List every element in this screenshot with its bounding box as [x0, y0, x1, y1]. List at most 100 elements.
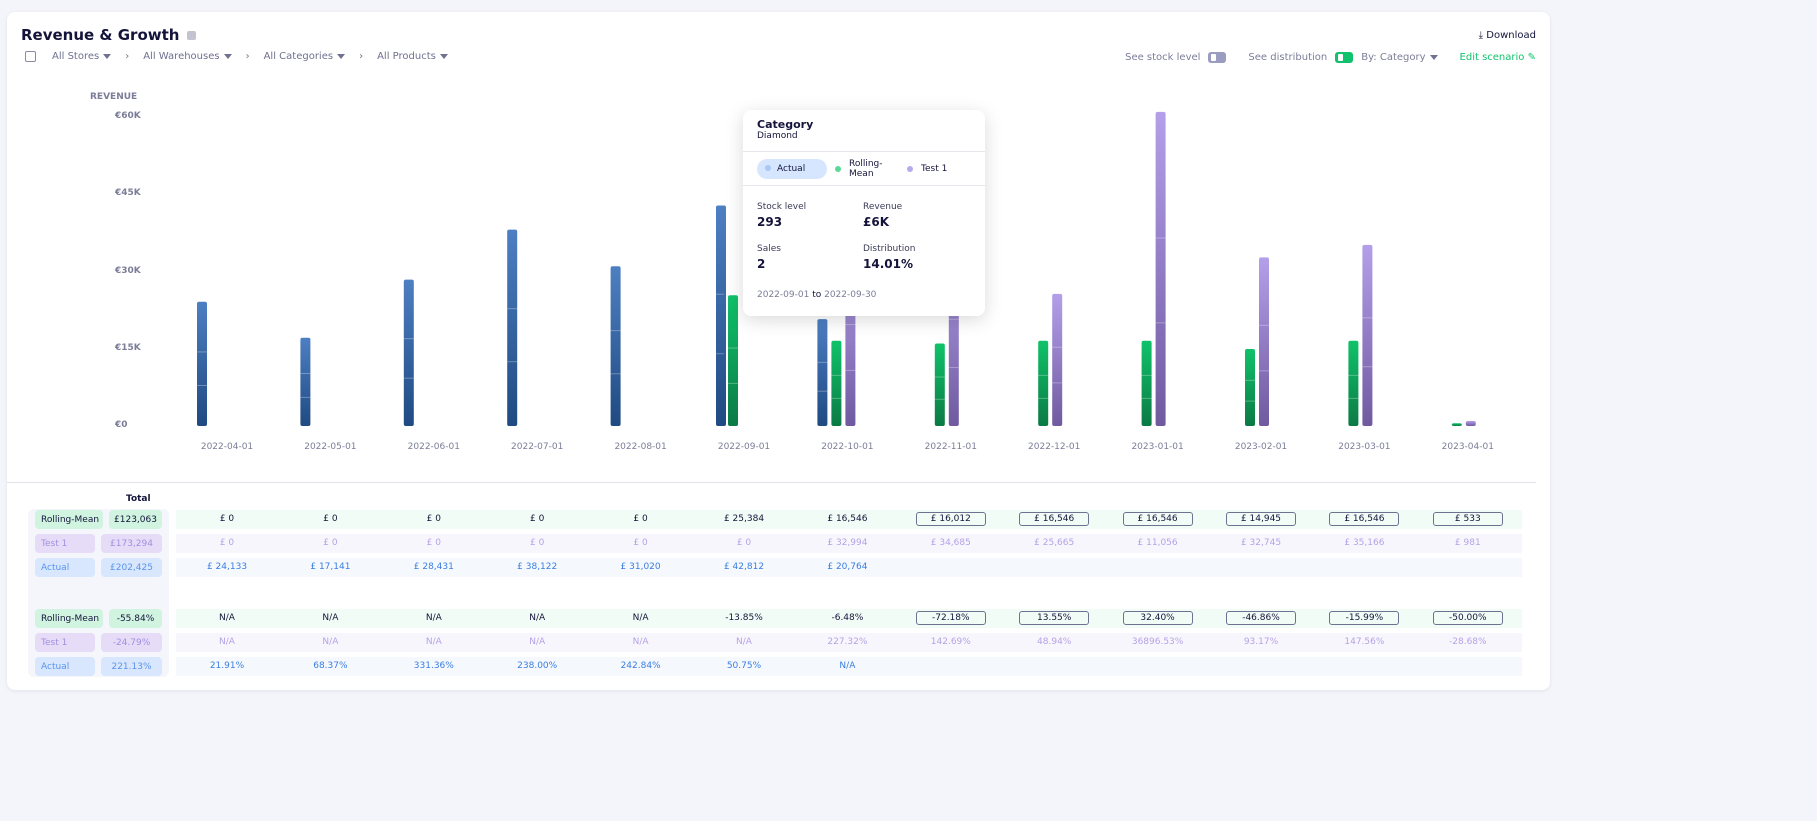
series-label: Test 1: [35, 633, 95, 652]
table-cell: £ 35,166: [1344, 538, 1385, 548]
bar-segment-divider: [728, 347, 738, 349]
x-tick-label: 2022-04-01: [200, 442, 254, 452]
x-tick-label: 2022-11-01: [924, 442, 977, 452]
tooltip-revenue: Revenue £6K: [863, 202, 903, 229]
editable-cell[interactable]: £ 533: [1432, 512, 1503, 526]
bar-rolling-mean[interactable]: [1038, 340, 1049, 426]
dot-icon: [907, 165, 913, 172]
bar-rolling-mean[interactable]: [831, 340, 842, 426]
bar-rolling-mean[interactable]: [1245, 349, 1255, 426]
bar-segment-divider: [845, 369, 856, 371]
series-label: Rolling-Mean: [35, 510, 103, 529]
table-cell: 93.17%: [1243, 637, 1279, 647]
bar-segment-divider: [197, 351, 207, 353]
table-cell: N/A: [736, 637, 752, 647]
bar-segment-divider: [1052, 382, 1063, 384]
bar-actual[interactable]: [197, 301, 207, 426]
bar-segment-divider: [1245, 379, 1255, 381]
bar-actual[interactable]: [716, 205, 726, 426]
table-cell: N/A: [219, 637, 235, 647]
table-cell: £ 0: [530, 538, 545, 548]
revenue-growth-card: Revenue & Growth All Stores › All Warehou…: [7, 12, 1550, 690]
bar-segment-divider: [817, 361, 828, 363]
bar-segment-divider: [1052, 346, 1063, 348]
table-row: £ 0 £ 0 £ 0 £ 0 £ 0 £ 25,384 £ 16,546 £ 16,012 £…: [176, 510, 1522, 529]
bar-segment-divider: [1141, 374, 1152, 376]
x-tick-label: 2023-03-01: [1338, 442, 1391, 452]
table-cell: £ 0: [426, 514, 441, 524]
bar-rolling-mean[interactable]: [1348, 340, 1359, 426]
bar-actual[interactable]: [300, 337, 311, 426]
bar-test-1[interactable]: [1362, 244, 1373, 426]
editable-cell[interactable]: -46.86%: [1226, 611, 1296, 625]
bar-segment-divider: [197, 384, 207, 386]
series-total: £173,294: [101, 534, 162, 553]
bar-segment-divider: [845, 324, 856, 326]
table-cell: 142.69%: [930, 637, 971, 647]
bar-actual[interactable]: [403, 279, 414, 426]
table-cell: N/A: [322, 637, 339, 647]
editable-cell[interactable]: -50.00%: [1432, 611, 1503, 625]
table-row: £ 24,133 £ 17,141 £ 28,431 £ 38,122 £ 31,020…: [176, 558, 1522, 577]
table-cell: N/A: [632, 637, 649, 647]
bar-segment-divider: [948, 367, 959, 369]
table-cell: N/A: [322, 613, 339, 623]
bar-actual[interactable]: [817, 319, 828, 426]
editable-cell[interactable]: £ 16,546: [1019, 512, 1090, 526]
bar-segment-divider: [300, 396, 311, 398]
bar-test-1[interactable]: [1259, 257, 1269, 426]
editable-cell[interactable]: £ 14,945: [1226, 512, 1296, 526]
table-cell: -13.85%: [725, 613, 763, 623]
bar-segment-divider: [831, 397, 842, 399]
x-tick-label: 2022-08-01: [614, 442, 667, 452]
bar-test-1[interactable]: [1155, 111, 1166, 426]
table-cell: 147.56%: [1344, 637, 1385, 647]
legend-rolling-mean[interactable]: Rolling-Mean: [849, 159, 899, 179]
table-cell: £ 32,994: [827, 538, 868, 548]
table-cell: £ 28,431: [413, 562, 454, 572]
bar-actual[interactable]: [507, 229, 518, 426]
table-cell: £ 0: [426, 538, 441, 548]
table-cell: £ 25,384: [723, 514, 765, 524]
tooltip-date-range: 2022-09-01 to 2022-09-30: [757, 290, 877, 300]
table-cell: £ 38,122: [517, 562, 558, 572]
bar-segment-divider: [507, 308, 518, 310]
editable-cell[interactable]: £ 16,012: [915, 512, 986, 526]
bar-actual[interactable]: [610, 266, 621, 426]
bar-rolling-mean[interactable]: [1141, 340, 1152, 426]
legend-actual[interactable]: Actual: [757, 158, 827, 179]
series-total: £202,425: [101, 558, 162, 577]
legend-test-1[interactable]: Test 1: [921, 164, 947, 174]
total-header: Total: [126, 494, 151, 504]
chart-tooltip: Category Diamond Actual Rolling-Mean Test…: [743, 110, 985, 316]
bar-segment-divider: [610, 330, 621, 332]
bar-segment-divider: [1348, 397, 1359, 399]
bar-rolling-mean[interactable]: [934, 343, 945, 426]
divider: [7, 482, 1536, 483]
editable-cell[interactable]: 32.40%: [1122, 611, 1193, 625]
x-tick-label: 2022-10-01: [821, 442, 874, 452]
dot-icon: [835, 165, 841, 172]
editable-cell[interactable]: 13.55%: [1019, 611, 1090, 625]
x-tick-label: 2023-02-01: [1234, 442, 1288, 452]
table-cell: 331.36%: [413, 661, 454, 671]
table-row: £ 0 £ 0 £ 0 £ 0 £ 0 £ 0 £ 32,994 £ 34,685 £ 25,6…: [176, 534, 1522, 553]
bar-test-1[interactable]: [1465, 420, 1476, 426]
table-cell: -6.48%: [831, 613, 864, 623]
table-cell: £ 0: [323, 538, 338, 548]
bar-test-1[interactable]: [1052, 293, 1063, 426]
series-label: Actual: [35, 558, 95, 577]
bar-rolling-mean[interactable]: [1451, 423, 1462, 426]
series-total: -24.79%: [101, 633, 162, 652]
table-cell: £ 16,546: [827, 514, 868, 524]
bar-rolling-mean[interactable]: [728, 295, 738, 426]
table-cell: 242.84%: [620, 661, 661, 671]
bar-segment-divider: [948, 318, 959, 320]
table-cell: £ 0: [736, 538, 752, 548]
bar-segment-divider: [1038, 374, 1049, 376]
editable-cell[interactable]: £ 16,546: [1122, 512, 1193, 526]
x-tick-label: 2022-12-01: [1028, 442, 1081, 452]
editable-cell[interactable]: -72.18%: [915, 611, 986, 625]
editable-cell[interactable]: -15.99%: [1329, 611, 1400, 625]
editable-cell[interactable]: £ 16,546: [1329, 512, 1400, 526]
